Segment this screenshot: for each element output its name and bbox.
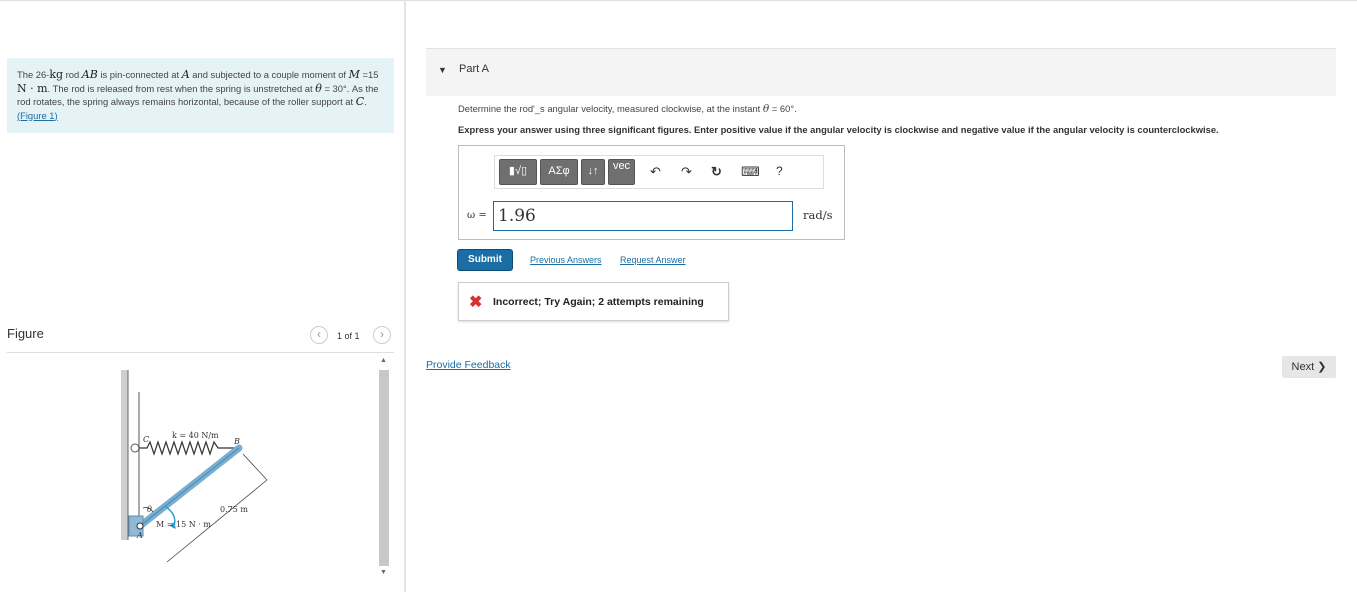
wall <box>121 370 128 540</box>
question-pre: Determine the rod'_s angular velocity, m… <box>458 103 763 114</box>
moment-value: =15 <box>359 69 379 80</box>
vec-icon: vec <box>612 160 631 172</box>
problem-text: . <box>364 96 367 107</box>
figure-scrollbar[interactable]: ▲ ▼ <box>377 356 391 582</box>
templates-button[interactable]: ▮√▯ <box>499 159 537 185</box>
label-b: B <box>233 437 240 446</box>
kg-unit: kg <box>49 68 64 81</box>
help-icon[interactable]: ? <box>776 164 783 178</box>
roller-c <box>130 443 140 453</box>
part-title: Part A <box>459 63 489 75</box>
label-spring-k: k = 40 N/m <box>172 431 219 440</box>
pin-label: A <box>181 68 190 81</box>
math-toolbar: ▮√▯ ΑΣφ ↓↑ vec ↶ ↷ ↻ ⌨ ? <box>494 155 824 189</box>
scroll-down-icon[interactable]: ▼ <box>380 569 387 576</box>
keyboard-icon[interactable]: ⌨ <box>741 164 760 180</box>
vector-button[interactable]: vec <box>608 159 635 185</box>
error-x-icon: ✖ <box>469 294 483 311</box>
chevron-right-icon: › <box>380 327 384 341</box>
dimension-line <box>242 453 268 481</box>
problem-text: is pin-connected at <box>97 69 182 80</box>
greek-icon: ΑΣφ <box>548 165 570 177</box>
request-answer-link[interactable]: Request Answer <box>620 255 686 265</box>
templates-icon: ▮√▯ <box>508 165 528 177</box>
figure-viewport: C k = 40 N/m B θ 0.75 m M = 15 N · m A <box>7 356 375 588</box>
answer-instruction: Express your answer using three signific… <box>458 124 1219 135</box>
figure-link[interactable]: (Figure 1) <box>17 110 58 121</box>
scroll-up-icon[interactable]: ▲ <box>380 357 387 364</box>
submit-button[interactable]: Submit <box>458 250 512 270</box>
left-panel: The 26-kg rod AB is pin-connected at A a… <box>0 0 404 592</box>
problem-statement: The 26-kg rod AB is pin-connected at A a… <box>7 58 394 133</box>
label-theta: θ <box>147 505 152 514</box>
problem-text: . The rod is released from rest when the… <box>47 82 316 94</box>
feedback-message-box: ✖ Incorrect; Try Again; 2 attempts remai… <box>458 282 729 321</box>
chevron-left-icon: ‹ <box>317 327 321 341</box>
arrows-button[interactable]: ↓↑ <box>581 159 605 185</box>
problem-text: The 26- <box>17 69 50 80</box>
rod-label: AB <box>81 68 98 81</box>
arrows-icon: ↓↑ <box>587 165 599 177</box>
label-length: 0.75 m <box>220 505 248 514</box>
part-a-header[interactable]: ▼ Part A <box>426 48 1336 96</box>
undo-icon[interactable]: ↶ <box>650 164 661 180</box>
scrollbar-thumb[interactable] <box>379 370 389 566</box>
moment-symbol: M <box>348 68 360 81</box>
support-label: C <box>355 95 365 108</box>
rod-spring-diagram: C k = 40 N/m B θ 0.75 m M = 15 N · m A <box>121 370 268 563</box>
feedback-text: Incorrect; Try Again; 2 attempts remaini… <box>493 296 704 308</box>
next-figure-button[interactable]: › <box>373 326 391 344</box>
figure-divider <box>7 352 394 353</box>
omega-label: ω = <box>467 210 487 221</box>
answer-input[interactable]: 1.96 <box>493 201 793 231</box>
question-text: Determine the rod'_s angular velocity, m… <box>458 103 797 115</box>
answer-box: ▮√▯ ΑΣφ ↓↑ vec ↶ ↷ ↻ ⌨ ? ω = 1.96 rad/s <box>458 145 845 240</box>
problem-text: and subjected to a couple moment of <box>189 69 349 80</box>
angle-value: = 30° <box>321 82 347 94</box>
caret-down-icon[interactable]: ▼ <box>438 65 447 75</box>
unit-label: rad/s <box>803 208 833 222</box>
spring <box>139 440 237 456</box>
previous-answers-link[interactable]: Previous Answers <box>530 255 602 265</box>
label-moment: M = 15 N · m <box>156 520 211 529</box>
label-a: A <box>136 531 143 540</box>
label-c: C <box>143 435 149 444</box>
greek-button[interactable]: ΑΣφ <box>540 159 578 185</box>
reset-icon[interactable]: ↻ <box>711 164 722 180</box>
moment-unit: N · m <box>17 81 48 95</box>
provide-feedback-link[interactable]: Provide Feedback <box>426 359 511 371</box>
next-button[interactable]: Next ❯ <box>1282 356 1336 378</box>
redo-icon[interactable]: ↷ <box>681 164 692 180</box>
figure-heading: Figure <box>7 326 44 341</box>
question-post: = 60°. <box>769 103 797 114</box>
rod-ab-edge <box>139 447 240 527</box>
pin-a <box>136 522 144 530</box>
prev-figure-button[interactable]: ‹ <box>310 326 328 344</box>
theta-symbol: θ <box>315 81 322 95</box>
figure-pager: 1 of 1 <box>337 331 360 341</box>
problem-text: rod <box>63 69 82 80</box>
right-panel: ▼ Part A Determine the rod'_s angular ve… <box>406 0 1357 592</box>
